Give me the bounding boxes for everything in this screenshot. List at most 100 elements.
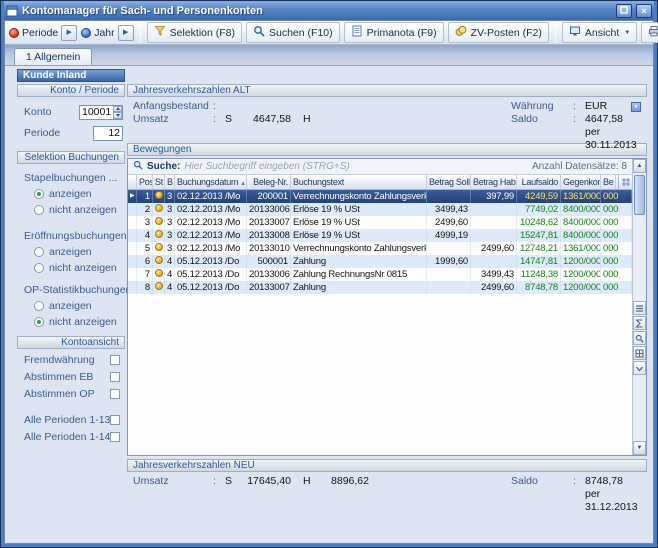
search-input[interactable]: Hier Suchbegriff eingeben (STRG+S) bbox=[184, 161, 528, 172]
cell-beleg: 200001 bbox=[247, 190, 291, 203]
table-scrollbar[interactable]: ▲ ▼ bbox=[632, 159, 646, 455]
radio-op-nicht-anzeigen[interactable]: nicht anzeigen bbox=[34, 316, 125, 328]
cell-st bbox=[153, 190, 165, 203]
umsatz-neu-label: Umsatz bbox=[133, 475, 169, 488]
radio-op-anzeigen[interactable]: anzeigen bbox=[34, 300, 125, 312]
column-header-b[interactable]: B bbox=[165, 175, 175, 189]
radio-icon[interactable] bbox=[34, 301, 44, 311]
column-header-datum[interactable]: Buchungsdatum▲ bbox=[175, 175, 247, 189]
table-row[interactable]: 5302.12.2013 /Mo20133010Verrechnungskont… bbox=[128, 242, 632, 255]
cell-soll: 1999,60 bbox=[427, 255, 471, 268]
table-row[interactable]: 3302.12.2013 /Mo20133007Erlöse 19 % USt2… bbox=[128, 216, 632, 229]
collapse-button[interactable]: ▼ bbox=[631, 102, 641, 112]
cell-gegenkonto: 8400/000 bbox=[561, 216, 601, 229]
cell-datum: 02.12.2013 /Mo bbox=[175, 190, 247, 203]
column-header-soll[interactable]: Betrag Soll bbox=[427, 175, 471, 189]
cell-b: 3 bbox=[165, 216, 175, 229]
cell-st bbox=[153, 229, 165, 242]
table-row[interactable]: 2302.12.2013 /Mo20133006Erlöse 19 % USt3… bbox=[128, 203, 632, 216]
haben-indicator: H bbox=[303, 113, 311, 126]
column-header-m[interactable] bbox=[128, 175, 137, 189]
scroll-up-button[interactable]: ▲ bbox=[633, 159, 646, 173]
scroll-down-button[interactable]: ▼ bbox=[633, 441, 646, 455]
checkbox-icon[interactable] bbox=[110, 432, 120, 442]
selektion-button[interactable]: Selektion (F8) bbox=[147, 22, 242, 43]
check-abstimmen-op[interactable]: Abstimmen OP bbox=[24, 388, 120, 400]
chevron-down-icon[interactable] bbox=[633, 361, 646, 375]
cell-st bbox=[153, 281, 165, 294]
table-row[interactable]: 7405.12.2013 /Do20133006Zahlung Rechnung… bbox=[128, 268, 632, 281]
title-bar: Kontomanager für Sach- und Personenkonte… bbox=[4, 1, 654, 20]
drucken-button[interactable]: Drucken bbox=[641, 22, 658, 43]
jvz-neu-section: Umsatz : S 17645,40 H 8896,62 Saldo : 87… bbox=[127, 472, 647, 505]
radio-eroeffnung-anzeigen[interactable]: anzeigen bbox=[34, 246, 125, 258]
primanota-button[interactable]: Primanota (F9) bbox=[344, 22, 444, 43]
konto-spinner[interactable] bbox=[113, 106, 122, 119]
column-header-haben[interactable]: Betrag Haben bbox=[471, 175, 517, 189]
radio-stapel-nicht-anzeigen[interactable]: nicht anzeigen bbox=[34, 204, 125, 216]
per-date-alt: per 30.11.2013 bbox=[585, 126, 647, 152]
cell-m bbox=[128, 242, 137, 255]
periode-input[interactable] bbox=[93, 126, 123, 141]
radio-icon[interactable] bbox=[34, 247, 44, 257]
column-header-text[interactable]: Buchungstext bbox=[291, 175, 427, 189]
table-row[interactable]: ▶1302.12.2013 /Mo200001Verrechnungskonto… bbox=[128, 190, 632, 203]
booking-status-icon bbox=[155, 243, 163, 251]
column-header-beleg[interactable]: Beleg-Nr. bbox=[247, 175, 291, 189]
radio-stapel-anzeigen[interactable]: anzeigen bbox=[34, 188, 125, 200]
column-header-gegenkonto[interactable]: Gegenkonto bbox=[561, 175, 601, 189]
table-row[interactable]: 6405.12.2013 /Do500001Zahlung1999,601474… bbox=[128, 255, 632, 268]
close-button[interactable]: × bbox=[636, 4, 652, 18]
table-row[interactable]: 8405.12.2013 /Do20133007Zahlung2499,6087… bbox=[128, 281, 632, 294]
radio-icon[interactable] bbox=[34, 317, 44, 327]
jahr-icon bbox=[81, 28, 91, 38]
table-row[interactable]: 4302.12.2013 /Mo20133008Erlöse 19 % USt4… bbox=[128, 229, 632, 242]
radio-icon[interactable] bbox=[34, 263, 44, 273]
jahr-next-button[interactable]: ▶ bbox=[118, 25, 134, 41]
radio-icon[interactable] bbox=[34, 189, 44, 199]
check-fremdwaehrung[interactable]: Fremdwährung bbox=[24, 354, 120, 366]
anfangsbestand-label: Anfangsbestand bbox=[133, 100, 209, 113]
cell-be: 000 bbox=[601, 203, 632, 216]
kontoansicht-band: Kontoansicht bbox=[17, 336, 125, 349]
radio-eroeffnung-nicht-anzeigen[interactable]: nicht anzeigen bbox=[34, 262, 125, 274]
cell-b: 3 bbox=[165, 242, 175, 255]
ansicht-button[interactable]: Ansicht ▼ bbox=[562, 22, 637, 43]
cell-datum: 05.12.2013 /Do bbox=[175, 255, 247, 268]
cell-text: Erlöse 19 % USt bbox=[291, 216, 427, 229]
grid-icon[interactable] bbox=[633, 346, 646, 360]
cell-text: Zahlung bbox=[291, 255, 427, 268]
cell-beleg: 20133007 bbox=[247, 216, 291, 229]
checkbox-icon[interactable] bbox=[110, 355, 120, 365]
cell-st bbox=[153, 255, 165, 268]
periode-next-button[interactable]: ▶ bbox=[61, 25, 77, 41]
column-header-st[interactable]: St bbox=[153, 175, 165, 189]
scrollbar-thumb[interactable] bbox=[634, 175, 645, 215]
zv-posten-button[interactable]: ZV-Posten (F2) bbox=[448, 22, 549, 43]
column-header-be[interactable]: Be bbox=[601, 175, 616, 189]
checkbox-icon[interactable] bbox=[110, 372, 120, 382]
left-panel: Kunde Inland Konto / Periode Konto Perio… bbox=[17, 69, 125, 539]
check-alle-perioden-13[interactable]: Alle Perioden 1-13 bbox=[24, 414, 120, 426]
search-icon[interactable] bbox=[633, 331, 646, 345]
column-header-laufsaldo[interactable]: Laufsaldo bbox=[517, 175, 561, 189]
check-abstimmen-eb[interactable]: Abstimmen EB bbox=[24, 371, 120, 383]
maximize-button[interactable] bbox=[616, 4, 632, 18]
tab-allgemein[interactable]: 1 Allgemein bbox=[14, 48, 92, 65]
radio-icon[interactable] bbox=[34, 205, 44, 215]
spinner-down-icon[interactable] bbox=[113, 112, 122, 119]
checkbox-icon[interactable] bbox=[110, 389, 120, 399]
haben-indicator: H bbox=[303, 475, 311, 488]
menu-icon[interactable] bbox=[633, 301, 646, 315]
cell-datum: 02.12.2013 /Mo bbox=[175, 229, 247, 242]
checkbox-icon[interactable] bbox=[110, 415, 120, 425]
sum-icon[interactable] bbox=[633, 316, 646, 330]
cell-text: Zahlung bbox=[291, 281, 427, 294]
check-alle-perioden-14[interactable]: Alle Perioden 1-14 bbox=[24, 431, 120, 443]
cell-beleg: 20133006 bbox=[247, 268, 291, 281]
cell-st bbox=[153, 268, 165, 281]
cell-text: Verrechnungskonto Zahlungsverkehr bbox=[291, 190, 427, 203]
column-header-pos[interactable]: Pos. bbox=[137, 175, 153, 189]
column-options-button[interactable] bbox=[618, 175, 632, 189]
suchen-button[interactable]: Suchen (F10) bbox=[246, 22, 340, 43]
